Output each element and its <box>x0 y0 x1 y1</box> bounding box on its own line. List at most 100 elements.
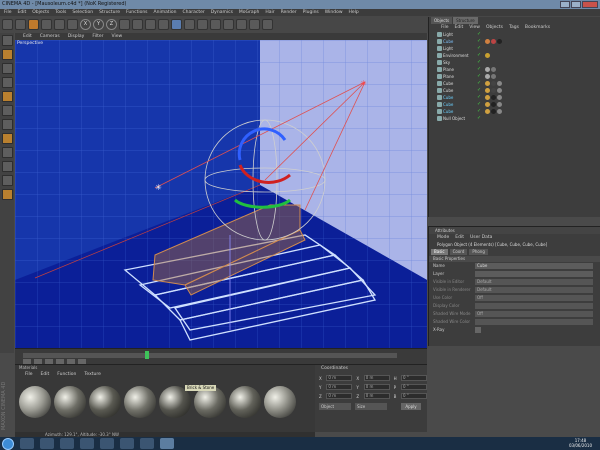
enabled-check-icon[interactable]: ✓ <box>477 109 482 114</box>
menu-item-plugins[interactable]: Plugins <box>303 9 319 16</box>
coord-field[interactable]: 0 ° <box>401 393 427 399</box>
objects-menu-item-edit[interactable]: Edit <box>455 24 464 31</box>
tag-icon[interactable] <box>491 102 496 107</box>
size-mode-select[interactable]: Size <box>355 403 387 410</box>
object-row[interactable]: Cube ✓ <box>429 108 600 115</box>
tab-coord[interactable]: Coord <box>449 249 468 255</box>
menu-item-edit[interactable]: Edit <box>18 9 27 16</box>
timeline-playhead[interactable] <box>145 351 149 359</box>
menu-item-dynamics[interactable]: Dynamics <box>211 9 233 16</box>
cube-icon[interactable] <box>171 19 182 30</box>
enabled-check-icon[interactable]: ✓ <box>477 53 482 58</box>
make-editable-icon[interactable] <box>1 35 13 46</box>
coord-field[interactable]: 0 m <box>363 393 390 399</box>
objects-menu-item-file[interactable]: File <box>441 24 449 31</box>
taskbar-cinema4d-icon[interactable] <box>160 438 174 449</box>
tag-icon[interactable] <box>491 88 496 93</box>
object-row[interactable]: Cube ✓ <box>429 87 600 94</box>
menu-item-functions[interactable]: Functions <box>126 9 148 16</box>
taskbar-explorer-icon[interactable] <box>20 438 34 449</box>
object-mode-icon[interactable] <box>1 63 13 74</box>
objects-menu-item-view[interactable]: View <box>469 24 480 31</box>
attribute-value-shaded-wire-color[interactable] <box>475 319 593 325</box>
taskbar-photoshop-icon[interactable] <box>100 438 114 449</box>
tag-icon[interactable] <box>491 74 496 79</box>
redo-icon[interactable] <box>15 19 26 30</box>
enabled-check-icon[interactable]: ✓ <box>477 81 482 86</box>
enabled-check-icon[interactable]: ✓ <box>477 74 482 79</box>
object-row[interactable]: Light ✓ <box>429 31 600 38</box>
render-picture-viewer-icon[interactable] <box>145 19 156 30</box>
materials-menu-item-texture[interactable]: Texture <box>84 371 100 378</box>
taskbar-firefox-icon[interactable] <box>60 438 74 449</box>
tab-objects[interactable]: Objects <box>431 17 453 24</box>
viewport-menu-item-view[interactable]: View <box>111 33 122 40</box>
enabled-check-icon[interactable]: ✓ <box>477 46 482 51</box>
animation-mode-icon[interactable] <box>1 189 13 200</box>
viewport-menu-item-cameras[interactable]: Cameras <box>40 33 60 40</box>
object-row[interactable]: Cube ✓ <box>429 101 600 108</box>
menu-item-selection[interactable]: Selection <box>72 9 93 16</box>
viewport-menu-item-filter[interactable]: Filter <box>92 33 103 40</box>
materials-menu-item-function[interactable]: Function <box>57 371 76 378</box>
texture-mode-icon[interactable] <box>1 77 13 88</box>
enabled-check-icon[interactable]: ✓ <box>477 67 482 72</box>
material-swatch[interactable] <box>89 386 121 418</box>
tag-icon[interactable] <box>485 39 490 44</box>
object-row[interactable]: Plane ✓ <box>429 66 600 73</box>
tab-phong[interactable]: Phong <box>469 249 488 255</box>
objects-menu-item-tags[interactable]: Tags <box>509 24 519 31</box>
tag-icon[interactable] <box>485 67 490 72</box>
deformer-icon[interactable] <box>223 19 234 30</box>
enabled-check-icon[interactable]: ✓ <box>477 88 482 93</box>
viewport-menu-item-edit[interactable]: Edit <box>23 33 32 40</box>
workplane-icon[interactable] <box>1 91 13 102</box>
tag-icon[interactable] <box>497 39 502 44</box>
taskbar-media-icon[interactable] <box>40 438 54 449</box>
menu-item-help[interactable]: Help <box>349 9 359 16</box>
attributes-menu-item-user-data[interactable]: User Data <box>470 234 492 241</box>
menu-item-animation[interactable]: Animation <box>154 9 177 16</box>
undo-icon[interactable] <box>2 19 13 30</box>
object-row[interactable]: Plane ✓ <box>429 73 600 80</box>
edges-mode-icon[interactable] <box>1 119 13 130</box>
attribute-value-visible-in-renderer[interactable]: Default <box>475 287 593 293</box>
tag-icon[interactable] <box>485 74 490 79</box>
polygons-mode-icon[interactable] <box>1 133 13 144</box>
objects-menu-item-objects[interactable]: Objects <box>486 24 503 31</box>
enabled-check-icon[interactable]: ✓ <box>477 60 482 65</box>
material-swatch[interactable] <box>54 386 86 418</box>
materials-menu-item-file[interactable]: File <box>25 371 33 378</box>
pen-icon[interactable] <box>184 19 195 30</box>
tag-icon[interactable] <box>491 81 496 86</box>
enabled-check-icon[interactable]: ✓ <box>477 116 482 121</box>
attribute-value-use-color[interactable]: Off <box>475 295 593 301</box>
tag-icon[interactable] <box>491 109 496 114</box>
coord-field[interactable]: 0 ° <box>401 384 427 390</box>
model-mode-icon[interactable] <box>1 49 13 60</box>
viewport-perspective[interactable]: ✳ ✳ Perspective <box>15 40 427 348</box>
coord-field[interactable]: 0 m <box>326 375 353 381</box>
scale-icon[interactable] <box>54 19 65 30</box>
y-axis-button[interactable]: Y <box>93 19 104 30</box>
tag-icon[interactable] <box>485 109 490 114</box>
menu-item-character[interactable]: Character <box>183 9 205 16</box>
coord-mode-select[interactable]: Object <box>319 403 351 410</box>
snap-icon[interactable] <box>1 175 13 186</box>
points-mode-icon[interactable] <box>1 105 13 116</box>
close-button[interactable] <box>582 1 598 8</box>
menu-item-hair[interactable]: Hair <box>265 9 274 16</box>
material-swatch[interactable] <box>124 386 156 418</box>
live-selection-icon[interactable] <box>28 19 39 30</box>
coord-field[interactable]: 0 ° <box>401 375 427 381</box>
coord-field[interactable]: 0 m <box>363 384 390 390</box>
rotate-icon[interactable] <box>67 19 78 30</box>
enabled-check-icon[interactable]: ✓ <box>477 102 482 107</box>
timeline-track[interactable] <box>23 353 397 358</box>
scene-icon[interactable] <box>236 19 247 30</box>
attribute-value-x-ray[interactable] <box>475 327 481 333</box>
camera-icon[interactable] <box>249 19 260 30</box>
tag-icon[interactable] <box>485 53 490 58</box>
tag-icon[interactable] <box>485 102 490 107</box>
tab-structure[interactable]: Structure <box>453 17 478 24</box>
